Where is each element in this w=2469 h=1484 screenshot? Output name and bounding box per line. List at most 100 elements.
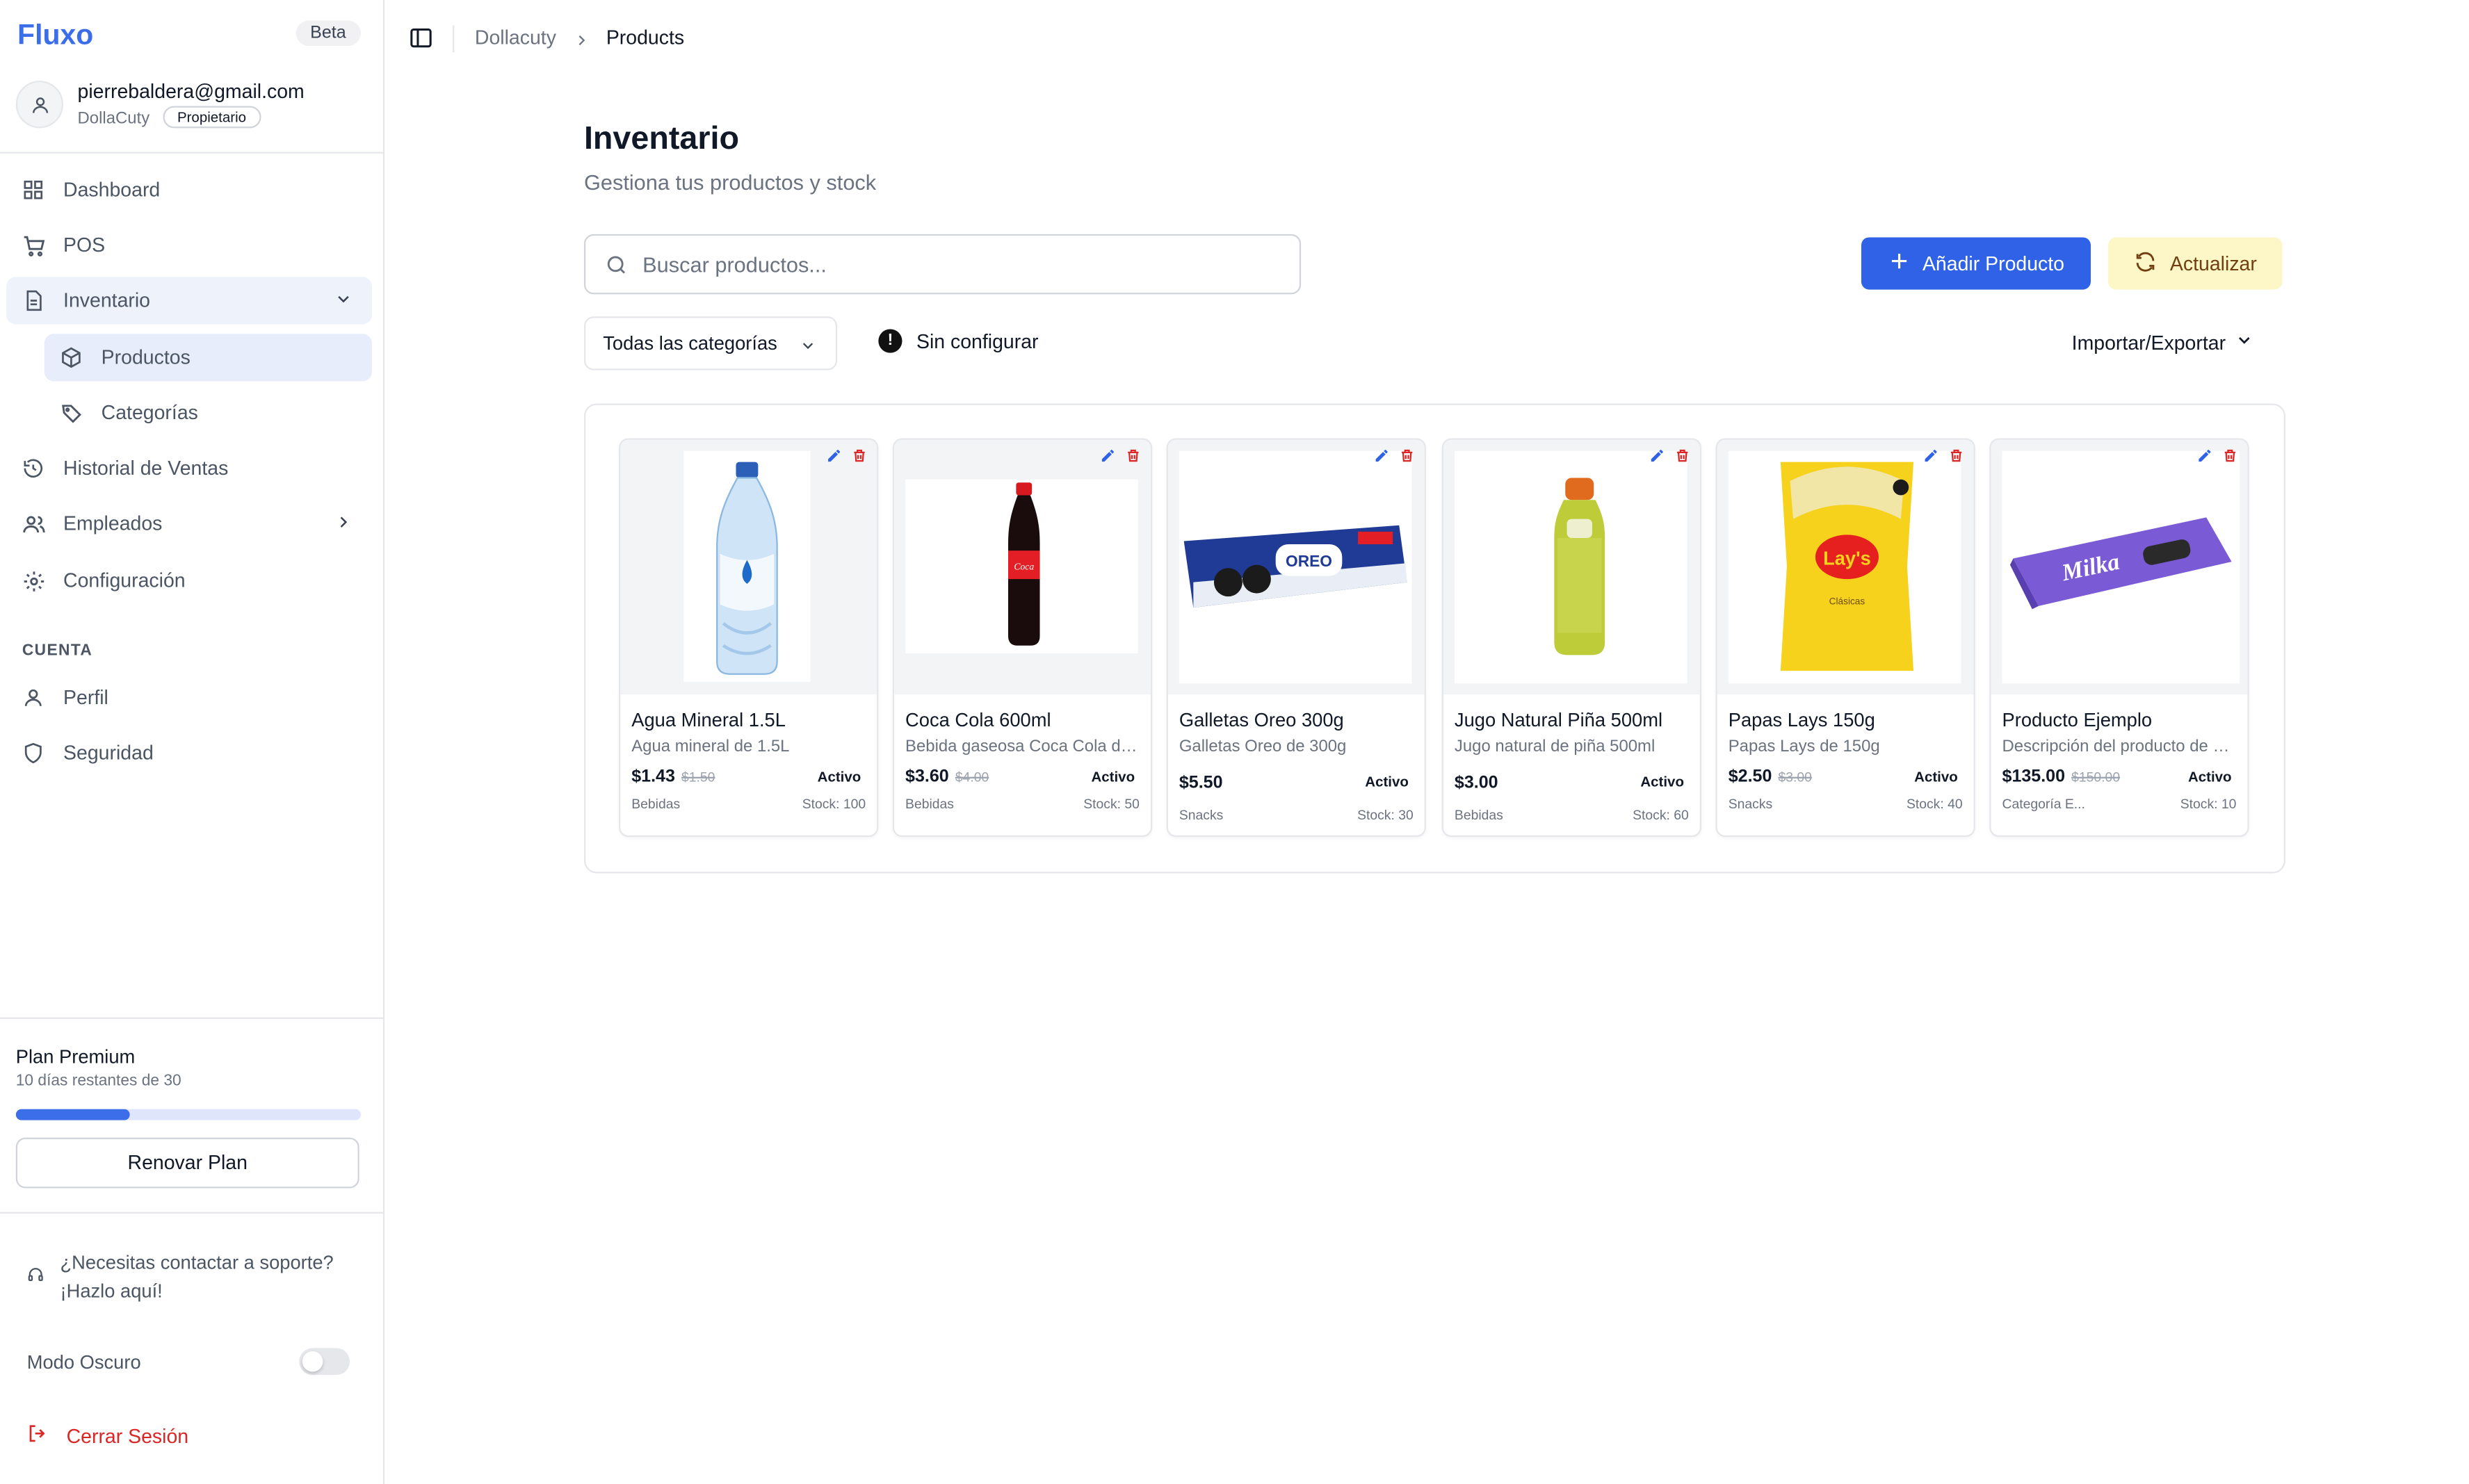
edit-icon[interactable] xyxy=(2197,448,2213,464)
card-actions xyxy=(1913,448,1964,464)
nav-seguridad-label: Seguridad xyxy=(63,742,154,765)
product-status: Activo xyxy=(817,769,861,785)
chips-brand-text: Lay's xyxy=(1823,548,1871,569)
sidebar: Fluxo Beta pierrebaldera@gmail.com Dolla… xyxy=(0,0,385,1484)
delete-icon[interactable] xyxy=(1674,448,1690,464)
nav-empleados-label: Empleados xyxy=(63,512,163,535)
nav-perfil[interactable]: Perfil xyxy=(6,674,372,721)
nav-historial[interactable]: Historial de Ventas xyxy=(6,445,372,492)
card-actions xyxy=(1640,448,1690,464)
product-card[interactable]: Coca Coca Cola 600ml Bebida gaseosa Coca… xyxy=(892,438,1153,838)
delete-icon[interactable] xyxy=(1399,448,1415,464)
product-card[interactable]: Milka Producto Ejemplo Descripción del p… xyxy=(1989,438,2249,838)
search-input[interactable] xyxy=(639,237,1279,291)
card-actions xyxy=(817,448,868,464)
nav-perfil-label: Perfil xyxy=(63,686,108,709)
edit-icon[interactable] xyxy=(1649,448,1665,464)
gear-icon xyxy=(21,568,46,593)
product-price: $135.00 xyxy=(2002,767,2066,787)
water-bottle-image xyxy=(716,462,778,675)
config-status[interactable]: ! Sin configurar xyxy=(878,329,1039,353)
product-price-line: $5.50 xyxy=(1179,774,1229,792)
nav-configuracion-label: Configuración xyxy=(63,569,186,592)
plan-progress-fill xyxy=(15,1109,130,1120)
delete-icon[interactable] xyxy=(1125,448,1141,464)
product-price: $3.00 xyxy=(1454,774,1498,793)
product-name: Coca Cola 600ml xyxy=(905,708,1051,731)
product-card[interactable]: Jugo Natural Piña 500ml Jugo natural de … xyxy=(1441,438,1702,838)
category-filter-value: Todas las categorías xyxy=(603,332,777,354)
product-category: Snacks xyxy=(1179,806,1224,823)
delete-icon[interactable] xyxy=(1948,448,1964,464)
chevron-right-icon xyxy=(334,513,353,537)
chips-flavor-text: Clásicas xyxy=(1829,596,1865,607)
account-section-label: CUENTA xyxy=(22,642,93,660)
nav-categorias[interactable]: Categorías xyxy=(44,389,372,437)
dark-mode-toggle[interactable] xyxy=(299,1348,350,1376)
delete-icon[interactable] xyxy=(2222,448,2238,464)
refresh-button[interactable]: Actualizar xyxy=(2108,237,2283,290)
product-name: Jugo Natural Piña 500ml xyxy=(1454,708,1663,731)
refresh-icon xyxy=(2134,250,2158,278)
support-link[interactable]: ¿Necesitas contactar a soporte? ¡Hazlo a… xyxy=(27,1248,334,1305)
nav-configuracion[interactable]: Configuración xyxy=(6,557,372,604)
edit-icon[interactable] xyxy=(1100,448,1116,464)
support-line-1: ¿Necesitas contactar a soporte? xyxy=(60,1251,334,1274)
tags-icon xyxy=(58,400,83,425)
search-box xyxy=(583,234,1302,295)
nav-productos[interactable]: Productos xyxy=(44,334,372,382)
product-name: Producto Ejemplo xyxy=(2002,708,2153,731)
import-export-menu[interactable]: Importar/Exportar xyxy=(2072,331,2254,354)
nav-inventario[interactable]: Inventario xyxy=(6,277,372,325)
logout-button[interactable]: Cerrar Sesión xyxy=(27,1422,188,1449)
divider xyxy=(0,1017,383,1019)
category-filter-select[interactable]: Todas las categorías xyxy=(583,316,838,370)
sidebar-toggle-icon[interactable] xyxy=(408,25,433,58)
card-actions xyxy=(1090,448,1141,464)
product-description: Jugo natural de piña 500ml xyxy=(1454,737,1656,757)
renew-plan-button[interactable]: Renovar Plan xyxy=(15,1137,359,1189)
grid-icon xyxy=(21,177,46,202)
divider xyxy=(0,1212,383,1214)
nav-dashboard[interactable]: Dashboard xyxy=(6,166,372,213)
page-subtitle: Gestiona tus productos y stock xyxy=(583,170,877,195)
brand-logo[interactable]: Fluxo xyxy=(17,19,93,52)
card-actions xyxy=(1364,448,1415,464)
nav-empleados[interactable]: Empleados xyxy=(6,500,372,547)
product-stock: Stock: 10 xyxy=(2180,795,2237,812)
delete-icon[interactable] xyxy=(852,448,868,464)
product-card[interactable]: Lay's Clásicas Papas Lays 150g Papas Lay… xyxy=(1715,438,1975,838)
product-card[interactable]: Agua Mineral 1.5L Agua mineral de 1.5L $… xyxy=(619,438,879,838)
edit-icon[interactable] xyxy=(826,448,842,464)
import-export-label: Importar/Exportar xyxy=(2071,331,2226,354)
nav-productos-label: Productos xyxy=(101,346,191,369)
svg-text:OREO: OREO xyxy=(1286,552,1332,570)
role-badge: Propietario xyxy=(163,106,261,129)
breadcrumb-chevron-icon xyxy=(573,28,590,57)
product-name: Papas Lays 150g xyxy=(1728,708,1875,731)
refresh-label: Actualizar xyxy=(2169,252,2257,275)
add-product-label: Añadir Producto xyxy=(1922,252,2065,275)
product-name: Galletas Oreo 300g xyxy=(1179,708,1344,731)
product-status: Activo xyxy=(2187,769,2232,785)
logout-icon xyxy=(27,1422,49,1449)
users-icon xyxy=(21,511,46,536)
product-stock: Stock: 40 xyxy=(1906,795,1963,812)
edit-icon[interactable] xyxy=(1923,448,1939,464)
user-icon xyxy=(21,685,46,710)
product-card[interactable]: OREO Galletas Oreo 300g Galletas Oreo de… xyxy=(1166,438,1426,838)
shield-icon xyxy=(21,740,46,765)
box-icon xyxy=(58,345,83,370)
edit-icon[interactable] xyxy=(1374,448,1390,464)
breadcrumb-parent[interactable]: Dollacuty xyxy=(475,27,556,49)
add-product-button[interactable]: Añadir Producto xyxy=(1861,237,2091,290)
page-title: Inventario xyxy=(583,120,739,157)
product-old-price: $3.00 xyxy=(1778,769,1812,785)
nav-pos[interactable]: POS xyxy=(6,222,372,269)
nav-dashboard-label: Dashboard xyxy=(63,179,161,202)
headset-icon xyxy=(27,1262,44,1305)
product-old-price: $4.00 xyxy=(955,769,989,785)
nav-seguridad[interactable]: Seguridad xyxy=(6,729,372,776)
user-avatar[interactable] xyxy=(15,81,64,129)
cookie-pack-image: OREO xyxy=(1183,525,1407,608)
